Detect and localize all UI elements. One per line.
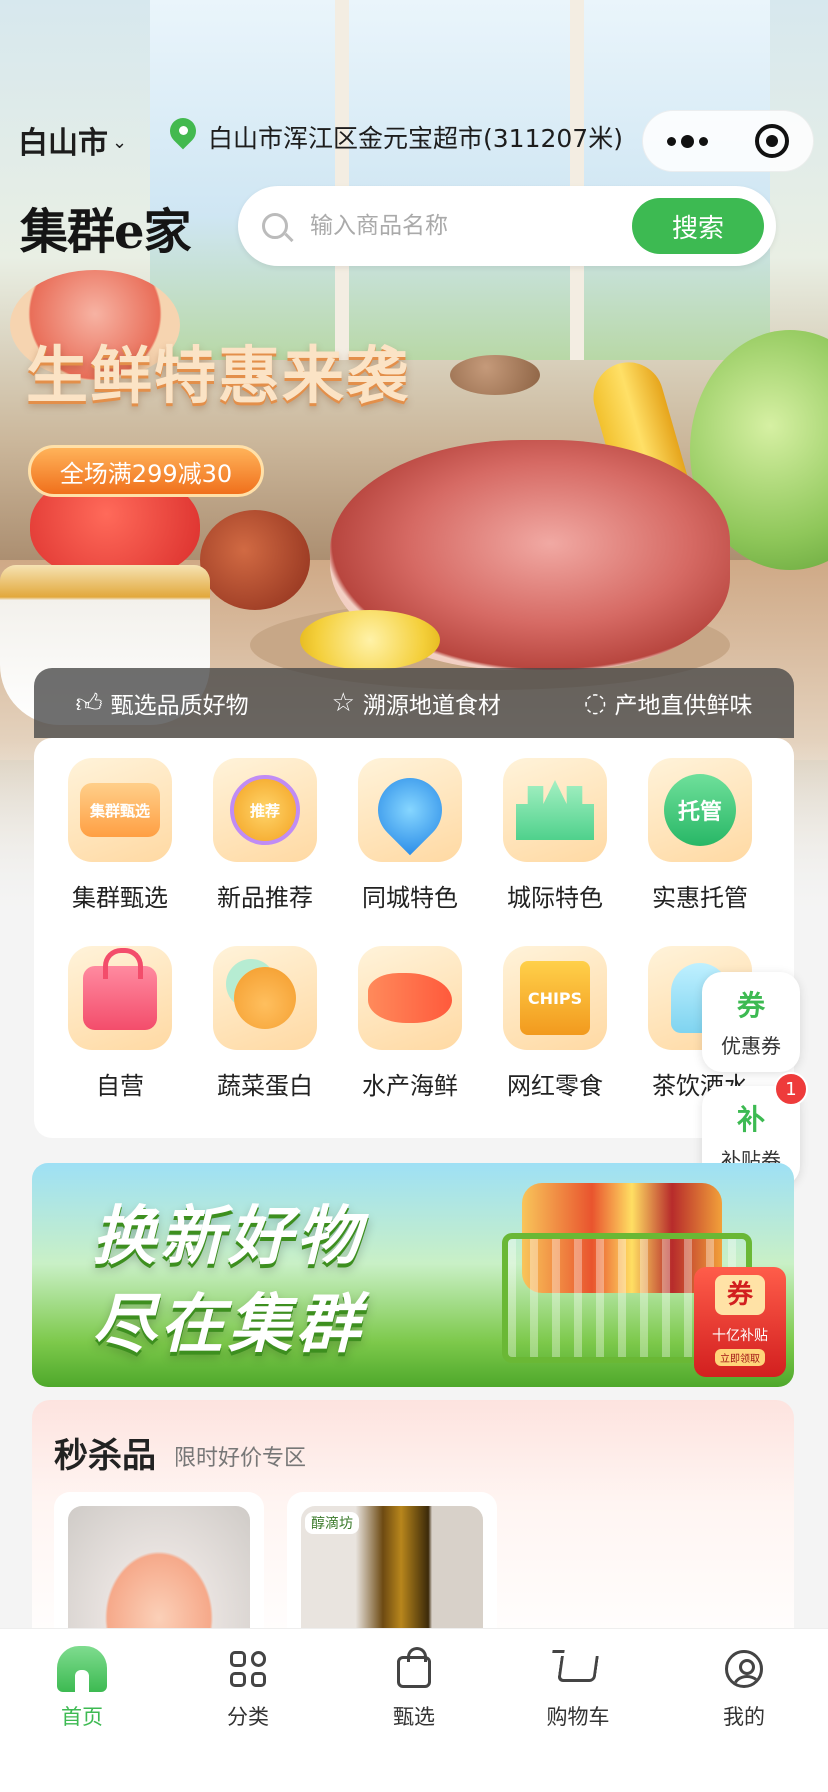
- coupon-ticket-icon: 券: [715, 1275, 765, 1315]
- feature-item: 👍︎ 甄选品质好物: [75, 686, 248, 720]
- search-input[interactable]: [310, 213, 610, 239]
- flash-sale-section: 秒杀品 限时好价专区 醇滴坊: [32, 1400, 794, 1666]
- category-label: 蔬菜蛋白: [217, 1072, 313, 1100]
- category-grid: 集群甄选 集群甄选 推荐 新品推荐 同城特色 城际特色 托管 实惠托管 自营 蔬…: [34, 738, 794, 1138]
- category-item-vegetables[interactable]: 蔬菜蛋白: [200, 946, 330, 1101]
- close-target-icon[interactable]: [755, 124, 790, 158]
- category-item-seafood[interactable]: 水产海鲜: [345, 946, 475, 1101]
- store-location[interactable]: 白山市浑江区金元宝超市(311207米): [168, 118, 623, 156]
- thumbs-up-icon: 👍︎: [75, 688, 103, 719]
- search-icon: [262, 213, 288, 239]
- category-label: 实惠托管: [652, 884, 748, 912]
- tab-cart[interactable]: 购物车: [518, 1643, 638, 1731]
- more-icon[interactable]: [666, 134, 708, 148]
- city-selector[interactable]: 白山市 ⌄: [18, 118, 127, 162]
- category-icon-box: [503, 758, 607, 862]
- flash-sale-title: 秒杀品: [54, 1436, 156, 1476]
- recommend-badge-icon: 推荐: [230, 775, 300, 845]
- chips-icon: CHIPS: [520, 961, 590, 1035]
- category-label: 同城特色: [362, 884, 458, 912]
- category-label: 水产海鲜: [362, 1072, 458, 1100]
- category-item-new[interactable]: 推荐 新品推荐: [200, 758, 330, 913]
- category-icon-box: 推荐: [213, 758, 317, 862]
- feature-label: 甄选品质好物: [110, 693, 249, 719]
- search-bar[interactable]: 搜索: [238, 186, 776, 266]
- flash-sale-subtitle: 限时好价专区: [174, 1446, 307, 1471]
- tab-label: 我的: [723, 1705, 765, 1729]
- category-icon-box: [358, 758, 462, 862]
- bottom-tab-bar: 首页 分类 甄选 购物车 我的: [0, 1628, 828, 1792]
- tab-label: 分类: [227, 1705, 269, 1729]
- promo-banner[interactable]: 换新好物 尽在集群 券 十亿补贴 立即领取: [32, 1163, 794, 1387]
- store-location-text: 白山市浑江区金元宝超市(311207米): [208, 124, 623, 153]
- castle-icon: [516, 780, 594, 840]
- tab-label: 首页: [61, 1705, 103, 1729]
- tab-select[interactable]: 甄选: [354, 1643, 474, 1731]
- miniprogram-capsule: [642, 110, 814, 172]
- category-label: 网红零食: [507, 1072, 603, 1100]
- tab-label: 甄选: [393, 1705, 435, 1729]
- shopping-bag-icon: [397, 1647, 431, 1688]
- banner-line-2: 尽在集群: [92, 1288, 364, 1362]
- category-label: 自营: [96, 1072, 144, 1100]
- tab-category[interactable]: 分类: [188, 1643, 308, 1731]
- shrimp-icon: [368, 973, 452, 1023]
- tab-label: 购物车: [546, 1705, 610, 1729]
- category-icon-box: CHIPS: [503, 946, 607, 1050]
- category-icon-box: [213, 946, 317, 1050]
- coupon-icon: 券: [736, 989, 765, 1022]
- category-item-trusteeship[interactable]: 托管 实惠托管: [635, 758, 765, 913]
- category-icon-box: [68, 946, 172, 1050]
- feature-item: ◌ 产地直供鲜味: [584, 686, 753, 720]
- map-pin-icon: [364, 764, 456, 856]
- cart-icon: [557, 1656, 599, 1682]
- coupon-text: 十亿补贴: [712, 1328, 768, 1344]
- chevron-down-icon: ⌄: [112, 131, 128, 153]
- category-label: 集群甄选: [72, 884, 168, 912]
- subsidy-coupon-badge[interactable]: 券 十亿补贴 立即领取: [694, 1267, 786, 1377]
- feature-label: 产地直供鲜味: [614, 693, 753, 719]
- city-name: 白山市: [18, 126, 108, 161]
- star-icon: ☆: [331, 688, 355, 718]
- lemon-image: [300, 610, 440, 670]
- category-label: 城际特色: [507, 884, 603, 912]
- coupon-subtext: 立即领取: [715, 1349, 765, 1366]
- promo-badge[interactable]: 全场满299减30: [28, 445, 264, 497]
- feature-label: 溯源地道食材: [362, 693, 501, 719]
- category-icon-box: 集群甄选: [68, 758, 172, 862]
- banner-line-1: 换新好物: [92, 1200, 364, 1274]
- category-item-intercity[interactable]: 城际特色: [490, 758, 620, 913]
- tab-profile[interactable]: 我的: [684, 1643, 804, 1731]
- select-badge-icon: 集群甄选: [80, 783, 160, 837]
- shopping-bag-icon: [83, 948, 157, 1030]
- mushroom-image: [450, 355, 540, 395]
- category-item-jiqun-select[interactable]: 集群甄选 集群甄选: [55, 758, 185, 913]
- hero-headline: 生鲜特惠来袭: [26, 339, 411, 412]
- user-icon: [725, 1650, 763, 1688]
- subsidy-count-badge: 1: [774, 1072, 808, 1106]
- home-icon: [57, 1646, 107, 1692]
- product-brand-logo: 醇滴坊: [305, 1512, 359, 1534]
- category-icon-box: 托管: [648, 758, 752, 862]
- search-button[interactable]: 搜索: [632, 198, 764, 254]
- category-grid-icon: [230, 1651, 266, 1687]
- tab-home[interactable]: 首页: [22, 1643, 142, 1731]
- app-logo: 集群e家: [20, 204, 192, 260]
- lychee-image: [200, 510, 310, 610]
- vegetable-egg-icon: [234, 967, 296, 1029]
- coupon-float-button[interactable]: 券 优惠券: [702, 972, 800, 1072]
- coupon-label: 优惠券: [721, 1034, 781, 1058]
- category-icon-box: [358, 946, 462, 1050]
- category-label: 新品推荐: [217, 884, 313, 912]
- category-item-snacks[interactable]: CHIPS 网红零食: [490, 946, 620, 1101]
- trusteeship-badge-icon: 托管: [664, 774, 736, 846]
- category-item-local[interactable]: 同城特色: [345, 758, 475, 913]
- feature-item: ☆ 溯源地道食材: [332, 686, 501, 720]
- category-item-self-run[interactable]: 自营: [55, 946, 185, 1101]
- features-bar: 👍︎ 甄选品质好物 ☆ 溯源地道食材 ◌ 产地直供鲜味: [34, 668, 794, 738]
- location-pin-icon: [168, 118, 198, 156]
- apple-icon: ◌: [583, 688, 607, 718]
- window-background: [150, 0, 770, 360]
